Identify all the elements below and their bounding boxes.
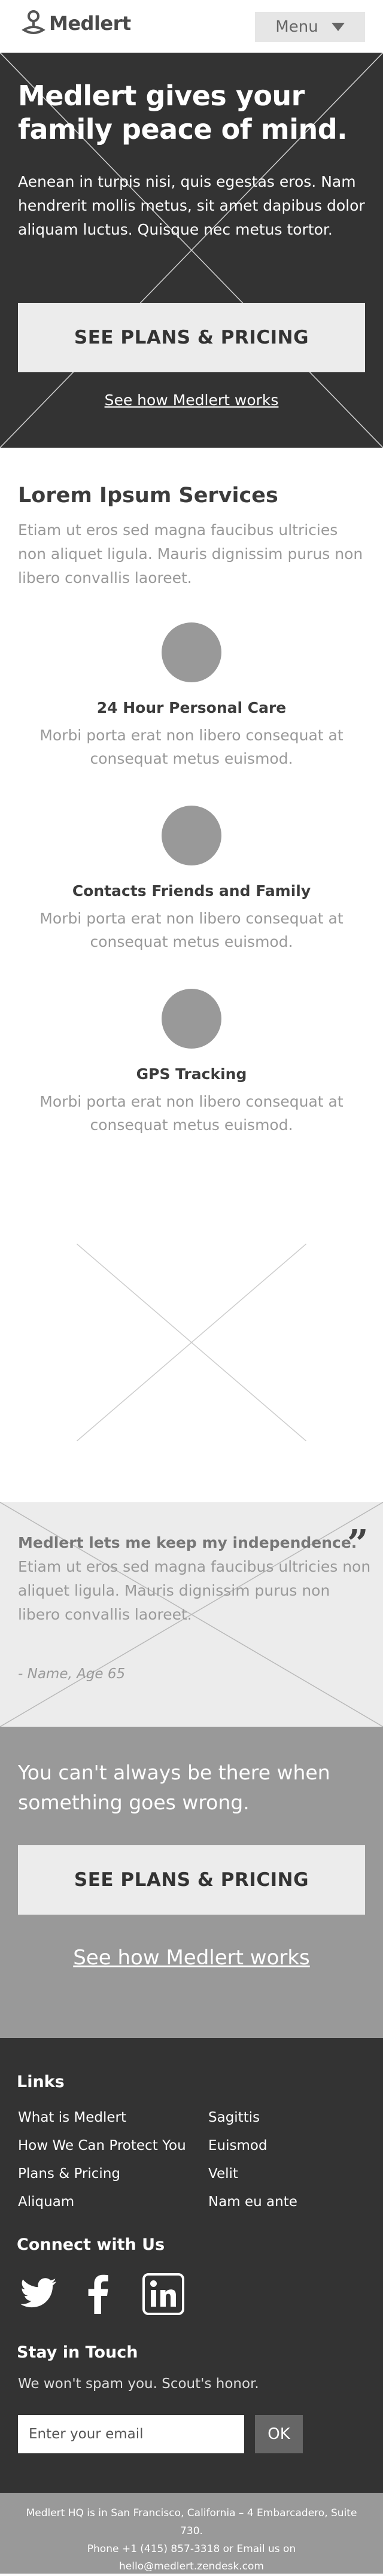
footer-link[interactable]: Plans & Pricing [18,2166,120,2182]
links-heading: Links [17,2073,65,2091]
footer-link[interactable]: Nam eu ante [208,2194,297,2210]
company-info: Medlert HQ is in San Francisco, Californ… [18,2505,365,2576]
hero-title: Medlert gives your family peace of mind. [18,79,365,146]
see-how-link[interactable]: See how Medlert works [0,391,383,409]
service-icon [162,806,221,865]
see-plans-button[interactable]: SEE PLANS & PRICING [18,303,365,372]
site-header: Medlert Menu [0,0,383,53]
services-intro: Etiam ut eros sed magna faucibus ultrici… [18,518,365,590]
service-description: Morbi porta erat non libero consequat at… [36,1090,347,1137]
footer-link[interactable]: What is Medlert [18,2110,126,2125]
contact-text: Phone +1 (415) 857-3318 or Email us on h… [18,2541,365,2576]
footer-link[interactable]: Euismod [208,2138,268,2153]
footer-link[interactable]: Aliquam [18,2194,74,2210]
email-input[interactable] [18,2415,244,2453]
bottom-bar: Medlert HQ is in San Francisco, Californ… [0,2493,383,2574]
caret-down-icon [332,23,345,31]
twitter-icon[interactable] [18,2273,60,2315]
stay-in-touch-note: We won't spam you. Scout's honor. [18,2376,259,2392]
see-plans-button[interactable]: SEE PLANS & PRICING [18,1845,365,1915]
footer-link[interactable]: Sagittis [208,2110,260,2125]
menu-label: Menu [275,18,318,36]
ok-button[interactable]: OK [255,2415,303,2453]
service-icon [162,989,221,1049]
service-icon [162,622,221,682]
service-description: Morbi porta erat non libero consequat at… [36,724,347,771]
testimonial-author: - Name, Age 65 [18,1666,125,1682]
connect-heading: Connect with Us [17,2235,165,2254]
footer-link[interactable]: How We Can Protect You [18,2138,186,2153]
service-name: 24 Hour Personal Care [0,699,383,716]
service-name: Contacts Friends and Family [0,882,383,900]
services-title: Lorem Ipsum Services [18,484,278,508]
address-text: Medlert HQ is in San Francisco, Californ… [18,2505,365,2541]
logo-text: Medlert [49,12,131,35]
media-placeholder-icon [77,1244,306,1441]
hero-body: Aenean in turpis nisi, quis egestas eros… [18,170,365,242]
hero-section: Medlert gives your family peace of mind.… [0,53,383,448]
linkedin-icon[interactable] [142,2273,184,2315]
services-section: Lorem Ipsum Services Etiam ut eros sed m… [0,448,383,1502]
testimonial-section: Medlert lets me keep my independence. Et… [0,1502,383,1727]
quote-icon: ” [347,1525,369,1562]
service-name: GPS Tracking [0,1065,383,1083]
footer-link[interactable]: Velit [208,2166,238,2182]
testimonial-quote: Medlert lets me keep my independence. Et… [18,1531,371,1627]
service-description: Morbi porta erat non libero consequat at… [36,907,347,954]
cta-text: You can't always be there when something… [18,1758,365,1817]
logo[interactable]: Medlert [20,10,131,37]
stay-in-touch-heading: Stay in Touch [17,2343,138,2362]
testimonial-headline: Medlert lets me keep my independence. [18,1534,357,1551]
logo-icon [20,10,47,37]
cta-section: You can't always be there when something… [0,1727,383,2038]
testimonial-body: Etiam ut eros sed magna faucibus ultrici… [18,1558,370,1623]
site-footer: Links What is Medlert How We Can Protect… [0,2038,383,2493]
menu-button[interactable]: Menu [255,12,365,42]
facebook-icon[interactable] [78,2273,120,2315]
see-how-link[interactable]: See how Medlert works [0,1946,383,1970]
